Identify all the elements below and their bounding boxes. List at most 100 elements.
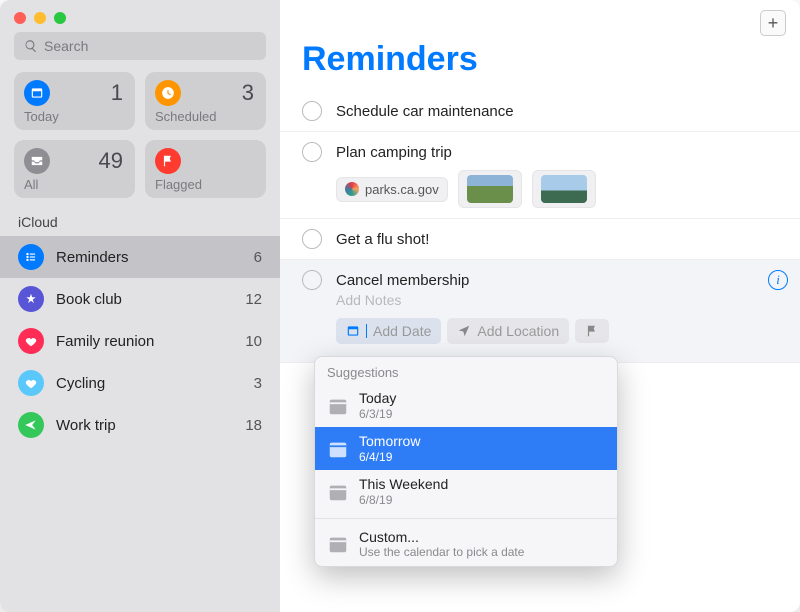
sidebar-list-item[interactable]: Book club 12 bbox=[0, 278, 280, 320]
add-flag-chip[interactable] bbox=[575, 319, 609, 343]
suggestion-subtitle: Use the calendar to pick a date bbox=[359, 545, 524, 559]
list-name: Reminders bbox=[56, 249, 242, 266]
list-color-icon bbox=[18, 244, 44, 270]
suggestion-item[interactable]: Tomorrow6/4/19 bbox=[315, 427, 617, 470]
complete-toggle[interactable] bbox=[302, 229, 322, 249]
thumbnail-icon bbox=[541, 175, 587, 203]
reminder-title[interactable]: Get a flu shot! bbox=[336, 231, 429, 248]
list-title: Reminders bbox=[280, 36, 800, 91]
smart-tile-count: 1 bbox=[111, 80, 123, 106]
list-count: 6 bbox=[254, 249, 262, 266]
list-count: 3 bbox=[254, 375, 262, 392]
reminders-list: Schedule car maintenance Plan camping tr… bbox=[280, 91, 800, 363]
notes-input[interactable]: Add Notes bbox=[336, 292, 778, 308]
minimize-window-button[interactable] bbox=[34, 12, 46, 24]
smart-tile-label: All bbox=[24, 177, 38, 192]
sidebar: Search 1 Today 3 Scheduled 49 All bbox=[0, 0, 280, 612]
suggestion-subtitle: 6/4/19 bbox=[359, 450, 420, 464]
section-header-icloud[interactable]: iCloud bbox=[0, 210, 280, 236]
list-name: Book club bbox=[56, 291, 233, 308]
list-color-icon bbox=[18, 328, 44, 354]
sidebar-list-item[interactable]: Work trip 18 bbox=[0, 404, 280, 446]
suggestion-custom[interactable]: Custom... Use the calendar to pick a dat… bbox=[315, 523, 617, 566]
reminder-item[interactable]: Plan camping trip parks.ca.gov bbox=[280, 132, 800, 219]
list-count: 18 bbox=[245, 417, 262, 434]
list-name: Family reunion bbox=[56, 333, 233, 350]
window-controls bbox=[0, 0, 280, 32]
thumbnail-icon bbox=[467, 175, 513, 203]
suggestion-subtitle: 6/8/19 bbox=[359, 493, 448, 507]
location-arrow-icon bbox=[457, 324, 471, 338]
suggestion-subtitle: 6/3/19 bbox=[359, 407, 396, 421]
reminder-item[interactable]: Schedule car maintenance bbox=[280, 91, 800, 132]
smart-tile-count: 3 bbox=[242, 80, 254, 106]
reminder-item-editing[interactable]: i Cancel membership Add Notes Add Date A… bbox=[280, 260, 800, 363]
list-name: Cycling bbox=[56, 375, 242, 392]
smart-tile-label: Scheduled bbox=[155, 109, 216, 124]
add-location-chip[interactable]: Add Location bbox=[447, 318, 569, 344]
search-input[interactable]: Search bbox=[14, 32, 266, 60]
suggestion-title: Tomorrow bbox=[359, 433, 420, 450]
suggestion-title: This Weekend bbox=[359, 476, 448, 493]
list-count: 10 bbox=[245, 333, 262, 350]
reminder-title[interactable]: Plan camping trip bbox=[336, 144, 452, 161]
smart-lists-grid: 1 Today 3 Scheduled 49 All Flagged bbox=[0, 72, 280, 210]
flag-icon bbox=[585, 324, 599, 338]
smart-tile-all[interactable]: 49 All bbox=[14, 140, 135, 198]
flag-icon bbox=[161, 154, 175, 168]
complete-toggle[interactable] bbox=[302, 270, 322, 290]
complete-toggle[interactable] bbox=[302, 142, 322, 162]
smart-tile-flagged[interactable]: Flagged bbox=[145, 140, 266, 198]
image-attachment[interactable] bbox=[532, 170, 596, 208]
divider bbox=[315, 518, 617, 519]
zoom-window-button[interactable] bbox=[54, 12, 66, 24]
list-count: 12 bbox=[245, 291, 262, 308]
suggestion-item[interactable]: Today6/3/19 bbox=[315, 384, 617, 427]
url-text: parks.ca.gov bbox=[365, 182, 439, 197]
add-reminder-button[interactable]: + bbox=[760, 10, 786, 36]
sidebar-list-item[interactable]: Reminders 6 bbox=[0, 236, 280, 278]
calendar-today-icon bbox=[30, 86, 44, 100]
calendar-icon bbox=[327, 533, 349, 555]
date-suggestions-popover: Suggestions Today6/3/19Tomorrow6/4/19Thi… bbox=[314, 356, 618, 567]
sidebar-list-item[interactable]: Cycling 3 bbox=[0, 362, 280, 404]
calendar-icon bbox=[327, 395, 349, 417]
sidebar-list-item[interactable]: Family reunion 10 bbox=[0, 320, 280, 362]
list-color-icon bbox=[18, 370, 44, 396]
chip-label: Add Location bbox=[477, 323, 559, 339]
list-name: Work trip bbox=[56, 417, 233, 434]
chip-label: Add Date bbox=[373, 323, 431, 339]
image-attachment[interactable] bbox=[458, 170, 522, 208]
list-color-icon bbox=[18, 412, 44, 438]
calendar-icon bbox=[327, 438, 349, 460]
suggestion-title: Custom... bbox=[359, 529, 524, 546]
smart-tile-label: Today bbox=[24, 109, 59, 124]
search-placeholder: Search bbox=[44, 38, 88, 54]
text-caret bbox=[366, 324, 367, 338]
tray-icon bbox=[30, 154, 44, 168]
main-pane: + Reminders Schedule car maintenance Pla… bbox=[280, 0, 800, 612]
smart-tile-today[interactable]: 1 Today bbox=[14, 72, 135, 130]
toolbar: + bbox=[280, 0, 800, 36]
user-lists: Reminders 6 Book club 12 Family reunion 10 Cyc… bbox=[0, 236, 280, 446]
search-icon bbox=[24, 39, 38, 53]
url-attachment[interactable]: parks.ca.gov bbox=[336, 177, 448, 202]
smart-tile-label: Flagged bbox=[155, 177, 202, 192]
complete-toggle[interactable] bbox=[302, 101, 322, 121]
calendar-icon bbox=[327, 481, 349, 503]
app-window: Search 1 Today 3 Scheduled 49 All bbox=[0, 0, 800, 612]
smart-tile-count: 49 bbox=[99, 148, 123, 174]
suggestion-title: Today bbox=[359, 390, 396, 407]
clock-icon bbox=[161, 86, 175, 100]
reminder-title-input[interactable]: Cancel membership bbox=[336, 272, 469, 289]
add-date-chip[interactable]: Add Date bbox=[336, 318, 441, 344]
popover-header: Suggestions bbox=[315, 357, 617, 384]
suggestion-item[interactable]: This Weekend6/8/19 bbox=[315, 470, 617, 513]
info-button[interactable]: i bbox=[768, 270, 788, 290]
close-window-button[interactable] bbox=[14, 12, 26, 24]
reminder-title[interactable]: Schedule car maintenance bbox=[336, 103, 514, 120]
smart-tile-scheduled[interactable]: 3 Scheduled bbox=[145, 72, 266, 130]
list-color-icon bbox=[18, 286, 44, 312]
calendar-icon bbox=[346, 324, 360, 338]
reminder-item[interactable]: Get a flu shot! bbox=[280, 219, 800, 260]
